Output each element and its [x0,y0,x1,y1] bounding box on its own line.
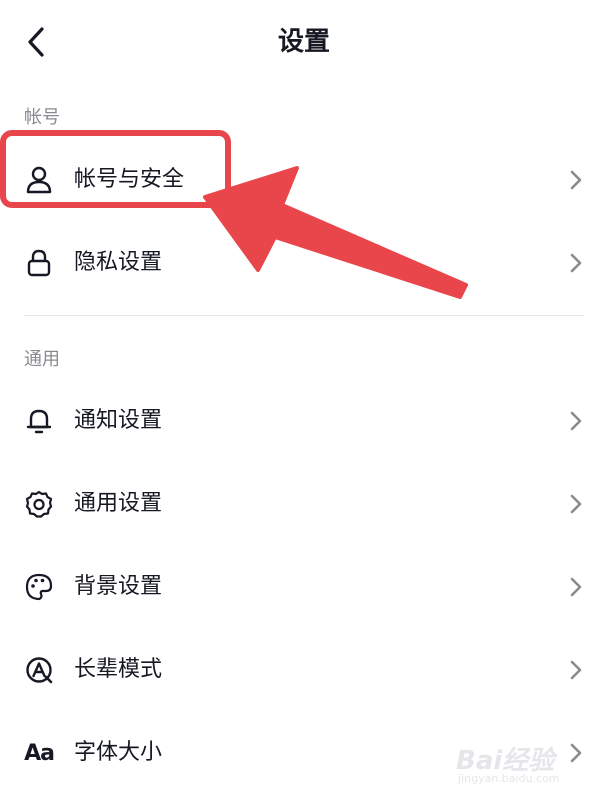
row-elder-mode[interactable]: 长辈模式 [0,640,608,700]
gear-icon [22,487,56,521]
palette-icon [22,570,56,604]
row-label: 通知设置 [74,408,163,433]
page-title: 设置 [277,27,330,57]
row-privacy-settings[interactable]: 隐私设置 [0,233,608,293]
chevron-right-icon [566,658,586,682]
section-divider [24,315,584,316]
row-label: 帐号与安全 [74,167,185,192]
nav-bar: 设置 [0,0,608,82]
row-label: 隐私设置 [74,250,163,275]
row-notification-settings[interactable]: 通知设置 [0,391,608,451]
row-font-size[interactable]: Aa 字体大小 [0,723,608,783]
section-title-general: 通用 [24,349,60,370]
row-label: 通用设置 [74,491,163,516]
settings-page: 设置 帐号 帐号与安全 隐私设置 通用 通知设置 通用设置 背景设置 长辈模式 … [0,0,608,800]
chevron-right-icon [566,741,586,765]
user-icon [22,163,56,197]
font-size-icon-text: Aa [24,740,55,766]
section-title-account: 帐号 [24,107,60,128]
chevron-right-icon [566,575,586,599]
row-label: 背景设置 [74,574,163,599]
bell-icon [22,404,56,438]
chevron-right-icon [566,409,586,433]
chevron-right-icon [566,168,586,192]
row-general-settings[interactable]: 通用设置 [0,474,608,534]
row-label: 字体大小 [74,740,163,765]
chevron-right-icon [566,492,586,516]
lock-icon [22,246,56,280]
row-label: 长辈模式 [74,657,163,682]
row-background-settings[interactable]: 背景设置 [0,557,608,617]
row-account-security[interactable]: 帐号与安全 [0,150,608,210]
elder-mode-icon [22,653,56,687]
font-size-icon: Aa [22,736,56,770]
chevron-right-icon [566,251,586,275]
